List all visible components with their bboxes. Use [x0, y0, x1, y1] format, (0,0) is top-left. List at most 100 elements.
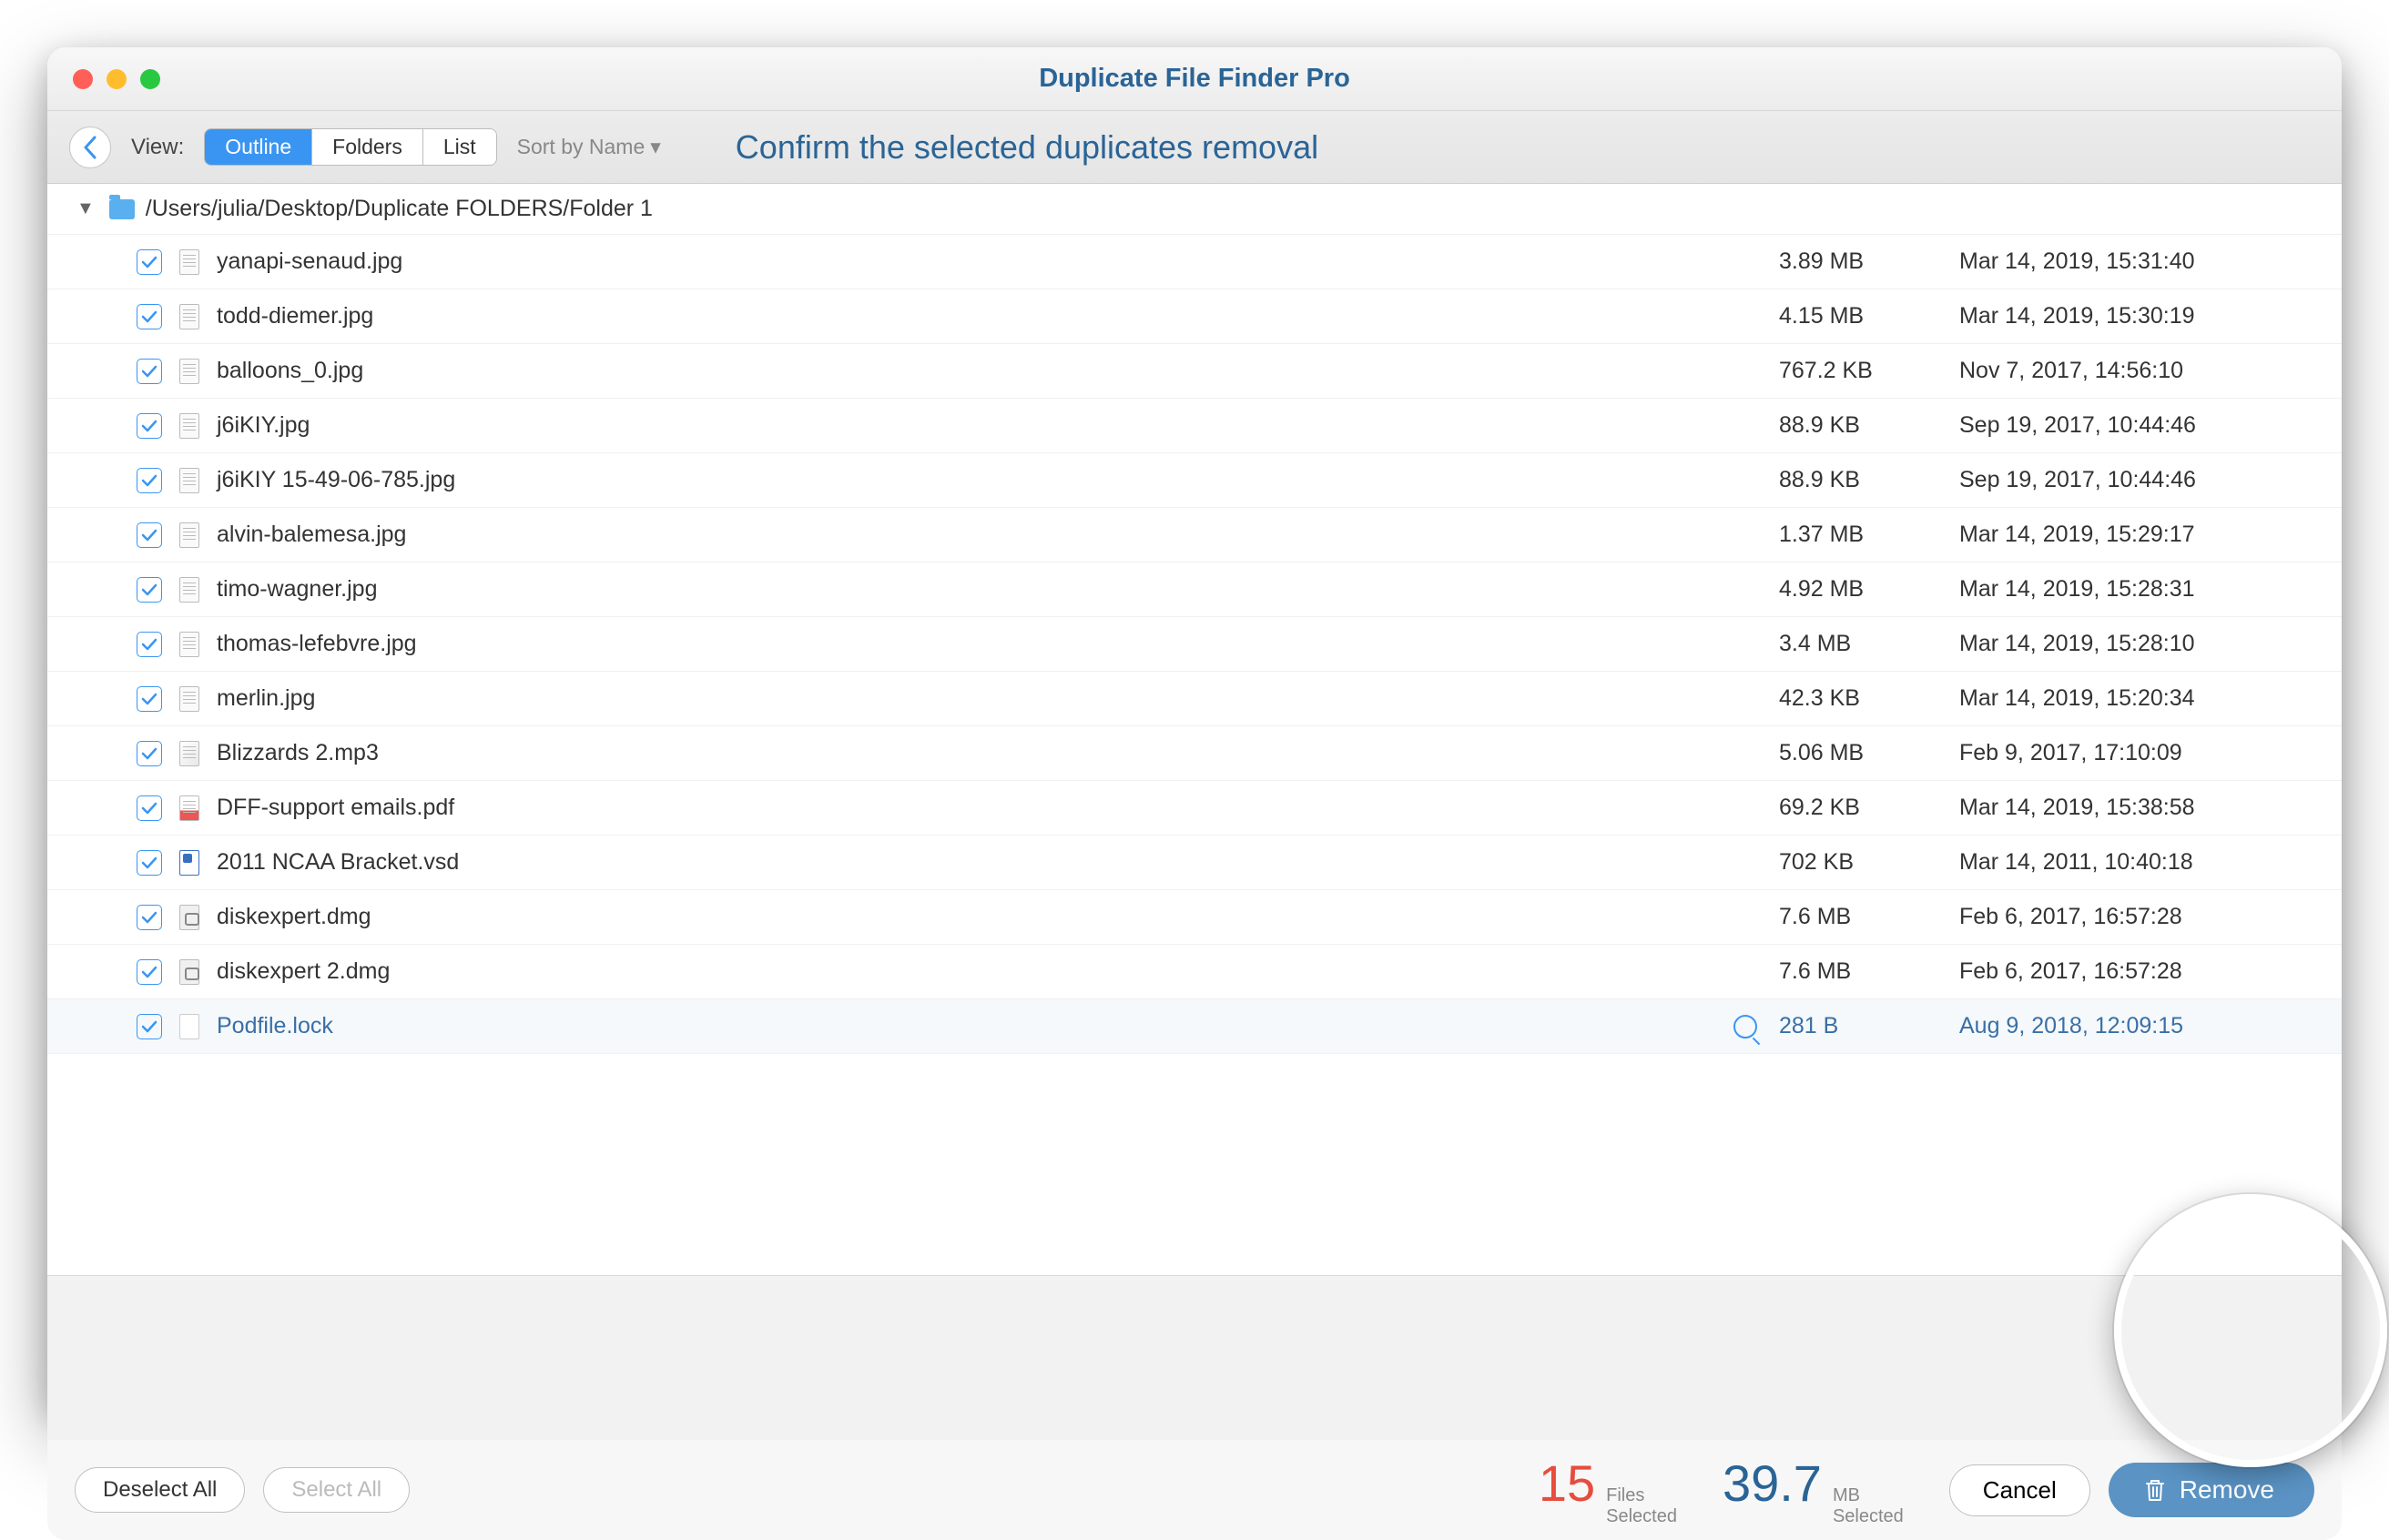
file-checkbox[interactable] [137, 304, 162, 329]
file-name: merlin.jpg [217, 685, 1763, 712]
file-checkbox[interactable] [137, 686, 162, 712]
file-checkbox[interactable] [137, 741, 162, 766]
window-title: Duplicate File Finder Pro [47, 64, 2342, 94]
remove-label: Remove [2180, 1475, 2274, 1505]
segment-list[interactable]: List [423, 129, 496, 165]
files-label-1: Files [1606, 1485, 1677, 1506]
folder-path: /Users/julia/Desktop/Duplicate FOLDERS/F… [146, 196, 653, 222]
preview-icon[interactable] [1733, 1015, 1757, 1038]
file-date: Nov 7, 2017, 14:56:10 [1959, 358, 2314, 384]
file-row[interactable]: yanapi-senaud.jpg3.89 MBMar 14, 2019, 15… [47, 235, 2342, 289]
file-type-icon [178, 958, 200, 986]
disclosure-triangle-icon[interactable]: ▼ [76, 198, 95, 219]
empty-area [47, 1276, 2342, 1440]
chevron-down-icon: ▾ [650, 135, 661, 159]
app-window: Duplicate File Finder Pro View: Outline … [47, 47, 2342, 1413]
folder-icon [109, 199, 135, 219]
files-selected-stat: 15 Files Selected [1539, 1454, 1677, 1527]
file-checkbox[interactable] [137, 632, 162, 657]
file-row[interactable]: DFF-support emails.pdf 69.2 KB Mar 14, 201… [47, 781, 2342, 836]
file-name: thomas-lefebvre.jpg [217, 631, 1763, 657]
file-row[interactable]: 2011 NCAA Bracket.vsd 702 KB Mar 14, 2011,… [47, 836, 2342, 890]
back-button[interactable] [69, 127, 111, 168]
file-date: Feb 6, 2017, 16:57:28 [1959, 904, 2314, 930]
file-checkbox[interactable] [137, 905, 162, 930]
file-date: Mar 14, 2011, 10:40:18 [1959, 849, 2314, 876]
file-checkbox[interactable] [137, 468, 162, 493]
file-checkbox[interactable] [137, 413, 162, 439]
file-type-icon [178, 740, 200, 767]
file-date: Mar 14, 2019, 15:38:58 [1959, 795, 2314, 821]
segment-folders[interactable]: Folders [312, 129, 423, 165]
file-checkbox[interactable] [137, 359, 162, 384]
file-type-icon [178, 631, 200, 658]
file-name: timo-wagner.jpg [217, 576, 1763, 603]
deselect-all-button[interactable]: Deselect All [75, 1467, 245, 1513]
file-row[interactable]: todd-diemer.jpg4.15 MBMar 14, 2019, 15:3… [47, 289, 2342, 344]
file-row[interactable]: j6iKIY.jpg88.9 KBSep 19, 2017, 10:44:46 [47, 399, 2342, 453]
file-size: 5.06 MB [1779, 740, 1943, 766]
footer: Deselect All Select All 15 Files Selecte… [47, 1440, 2342, 1540]
minimize-window-button[interactable] [107, 69, 127, 89]
file-size: 42.3 KB [1779, 685, 1943, 712]
file-date: Feb 9, 2017, 17:10:09 [1959, 740, 2314, 766]
view-label: View: [131, 135, 184, 160]
cancel-button[interactable]: Cancel [1949, 1464, 2090, 1516]
file-list: ▼ /Users/julia/Desktop/Duplicate FOLDERS… [47, 184, 2342, 1276]
file-date: Sep 19, 2017, 10:44:46 [1959, 467, 2314, 493]
file-size: 281 B [1779, 1013, 1943, 1039]
file-name: diskexpert.dmg [217, 904, 1763, 930]
file-name: Blizzards 2.mp3 [217, 740, 1763, 766]
file-row[interactable]: balloons_0.jpg767.2 KBNov 7, 2017, 14:56… [47, 344, 2342, 399]
folder-row[interactable]: ▼ /Users/julia/Desktop/Duplicate FOLDERS… [47, 184, 2342, 235]
file-size: 69.2 KB [1779, 795, 1943, 821]
file-size: 3.4 MB [1779, 631, 1943, 657]
file-type-icon [178, 576, 200, 603]
file-row[interactable]: Blizzards 2.mp3 5.06 MB Feb 9, 2017, 17:10… [47, 726, 2342, 781]
sort-dropdown[interactable]: Sort by Name ▾ [517, 135, 661, 159]
file-type-icon [178, 522, 200, 549]
file-date: Mar 14, 2019, 15:20:34 [1959, 685, 2314, 712]
file-name: 2011 NCAA Bracket.vsd [217, 849, 1763, 876]
file-name: diskexpert 2.dmg [217, 958, 1763, 985]
file-row[interactable]: j6iKIY 15-49-06-785.jpg88.9 KBSep 19, 20… [47, 453, 2342, 508]
file-date: Mar 14, 2019, 15:30:19 [1959, 303, 2314, 329]
file-checkbox[interactable] [137, 522, 162, 548]
file-name: DFF-support emails.pdf [217, 795, 1763, 821]
file-checkbox[interactable] [137, 1014, 162, 1039]
file-checkbox[interactable] [137, 795, 162, 821]
file-size: 4.15 MB [1779, 303, 1943, 329]
file-type-icon [178, 358, 200, 385]
file-row[interactable]: diskexpert.dmg7.6 MBFeb 6, 2017, 16:57:2… [47, 890, 2342, 945]
remove-button[interactable]: Remove [2109, 1463, 2314, 1517]
file-checkbox[interactable] [137, 850, 162, 876]
sort-label: Sort by Name [517, 135, 646, 159]
file-size: 702 KB [1779, 849, 1943, 876]
close-window-button[interactable] [73, 69, 93, 89]
select-all-button[interactable]: Select All [263, 1467, 410, 1513]
size-value: 39.7 [1723, 1454, 1822, 1513]
file-size: 767.2 KB [1779, 358, 1943, 384]
segment-outline[interactable]: Outline [205, 129, 312, 165]
file-name: yanapi-senaud.jpg [217, 248, 1763, 275]
file-date: Mar 14, 2019, 15:28:31 [1959, 576, 2314, 603]
file-row[interactable]: diskexpert 2.dmg7.6 MBFeb 6, 2017, 16:57… [47, 945, 2342, 999]
file-name: alvin-balemesa.jpg [217, 522, 1763, 548]
file-name: j6iKIY 15-49-06-785.jpg [217, 467, 1763, 493]
file-type-icon [178, 1013, 200, 1040]
file-row[interactable]: thomas-lefebvre.jpg3.4 MBMar 14, 2019, 1… [47, 617, 2342, 672]
size-selected-stat: 39.7 MB Selected [1723, 1454, 1904, 1527]
file-row[interactable]: alvin-balemesa.jpg1.37 MBMar 14, 2019, 1… [47, 508, 2342, 562]
file-checkbox[interactable] [137, 959, 162, 985]
file-checkbox[interactable] [137, 249, 162, 275]
files-label-2: Selected [1606, 1506, 1677, 1527]
file-type-icon [178, 795, 200, 822]
maximize-window-button[interactable] [140, 69, 160, 89]
file-row[interactable]: Podfile.lock281 BAug 9, 2018, 12:09:15 [47, 999, 2342, 1054]
traffic-lights [73, 69, 160, 89]
file-row[interactable]: timo-wagner.jpg4.92 MBMar 14, 2019, 15:2… [47, 562, 2342, 617]
file-checkbox[interactable] [137, 577, 162, 603]
file-date: Aug 9, 2018, 12:09:15 [1959, 1013, 2314, 1039]
file-row[interactable]: merlin.jpg 42.3 KB Mar 14, 2019, 15:20:34 [47, 672, 2342, 726]
files-count: 15 [1539, 1454, 1595, 1513]
